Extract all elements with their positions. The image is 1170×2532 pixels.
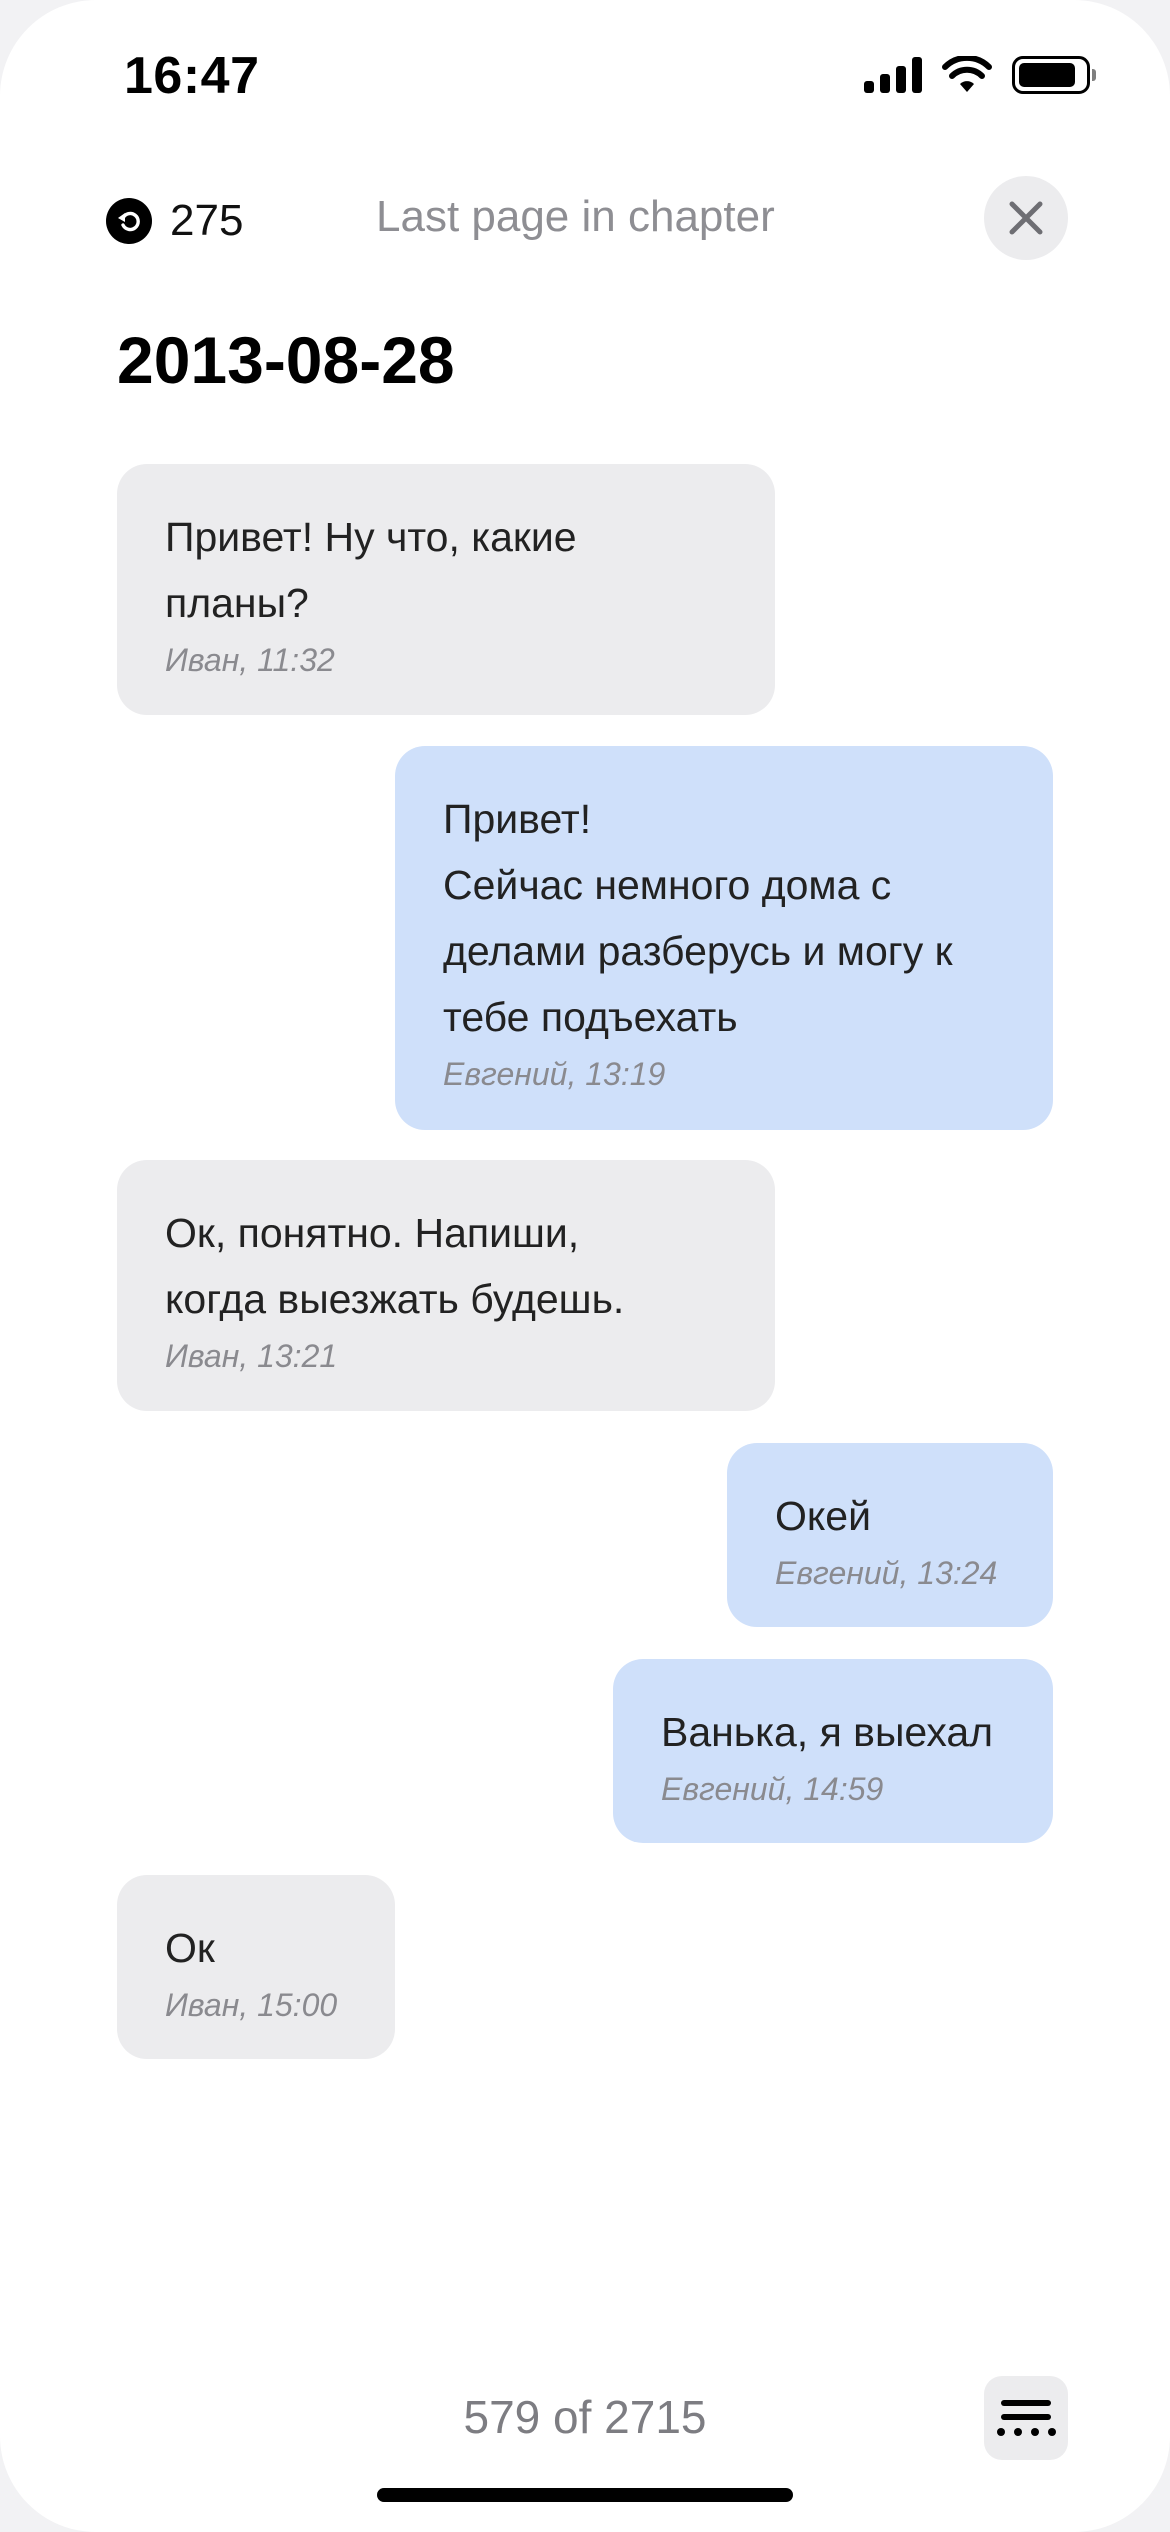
message-meta: Иван, 13:21 bbox=[165, 1338, 338, 1374]
header-title: Last page in chapter bbox=[376, 192, 775, 241]
menu-icon bbox=[1001, 2400, 1051, 2406]
message-text: Ванька, я выехал bbox=[661, 1709, 994, 1755]
menu-icon-dots bbox=[996, 2428, 1056, 2436]
battery-icon bbox=[1012, 56, 1096, 94]
message-text: Окей bbox=[775, 1493, 871, 1539]
message-meta: Иван, 11:32 bbox=[165, 642, 335, 678]
close-button[interactable] bbox=[984, 176, 1068, 260]
message-bubble: Привет! Сейчас немного дома с делами раз… bbox=[395, 746, 1053, 1130]
message-bubble: Ок Иван, 15:00 bbox=[117, 1875, 395, 2059]
cellular-signal-icon bbox=[864, 57, 922, 93]
close-icon bbox=[1009, 201, 1043, 235]
menu-icon-line bbox=[1001, 2414, 1051, 2420]
date-heading: 2013-08-28 bbox=[117, 323, 455, 397]
message-text: Привет! Сейчас немного дома с делами раз… bbox=[443, 796, 953, 1040]
message-meta: Евгений, 14:59 bbox=[661, 1771, 884, 1807]
message-bubble: Ванька, я выехал Евгений, 14:59 bbox=[613, 1659, 1053, 1843]
message-meta: Иван, 15:00 bbox=[165, 1987, 338, 2023]
status-icons bbox=[864, 56, 1096, 94]
message-text: Ок, понятно. Напиши, когда выезжать буде… bbox=[165, 1210, 625, 1322]
message-meta: Евгений, 13:24 bbox=[775, 1555, 998, 1591]
message-bubble: Ок, понятно. Напиши, когда выезжать буде… bbox=[117, 1160, 775, 1411]
back-button[interactable]: 275 bbox=[106, 196, 243, 246]
message-text: Привет! Ну что, какие планы? bbox=[165, 514, 577, 626]
wifi-icon bbox=[942, 56, 992, 92]
message-text: Ок bbox=[165, 1925, 215, 1971]
menu-button[interactable] bbox=[984, 2376, 1068, 2460]
message-bubble: Окей Евгений, 13:24 bbox=[727, 1443, 1053, 1627]
back-count: 275 bbox=[170, 196, 244, 245]
home-indicator[interactable] bbox=[377, 2488, 793, 2502]
message-meta: Евгений, 13:19 bbox=[443, 1056, 666, 1092]
screen: 16:47 275 Last page in chapter 2013-08-2… bbox=[0, 0, 1170, 2532]
back-arrow-circle-icon bbox=[106, 198, 152, 244]
status-time: 16:47 bbox=[124, 47, 260, 105]
message-bubble: Привет! Ну что, какие планы? Иван, 11:32 bbox=[117, 464, 775, 715]
